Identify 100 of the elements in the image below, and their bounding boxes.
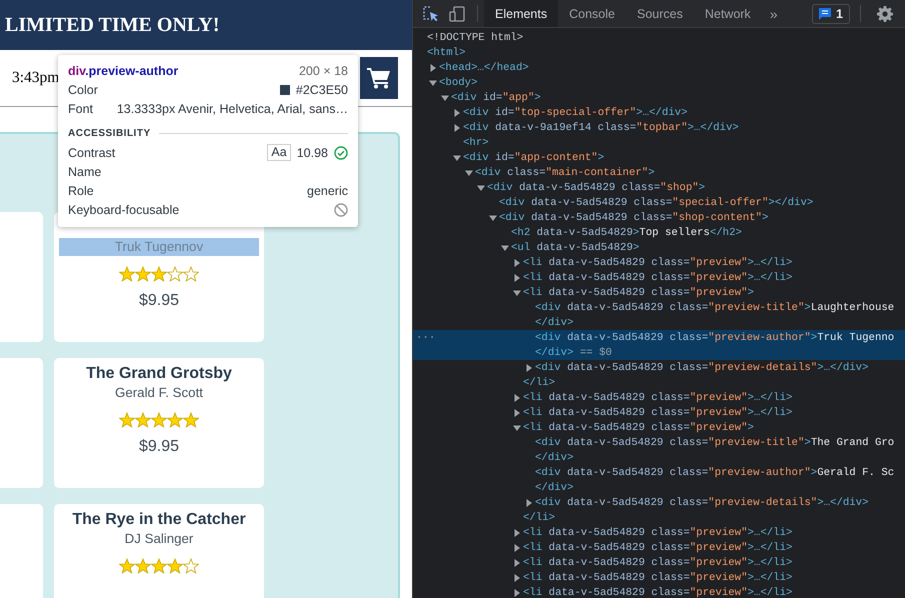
settings-icon[interactable] — [877, 6, 893, 22]
dom-tree-row[interactable]: <div data-v-5ad54829 class="shop-content"> — [413, 210, 905, 225]
expand-arrow-icon[interactable] — [429, 64, 437, 72]
inspect-element-icon[interactable] — [423, 6, 439, 22]
dom-tree-row[interactable]: <li data-v-5ad54829 class="preview">…</li> — [413, 585, 905, 598]
dom-tree-row[interactable]: <li data-v-5ad54829 class="preview">…</li> — [413, 405, 905, 420]
dom-tree-row[interactable]: <html> — [413, 45, 905, 60]
expand-arrow-icon[interactable] — [513, 588, 521, 596]
expand-arrow-icon[interactable] — [513, 394, 521, 402]
dom-tree-row[interactable]: <li data-v-5ad54829 class="preview"> — [413, 420, 905, 435]
dom-tree-row[interactable]: <body> — [413, 75, 905, 90]
expand-arrow-icon[interactable] — [513, 574, 521, 582]
dom-tree-row[interactable]: <div data-v-5ad54829 class="shop"> — [413, 180, 905, 195]
dom-tree-row[interactable]: ··· <div data-v-5ad54829 class="preview-author">Truk Tugenno — [413, 330, 905, 345]
star-icon — [183, 558, 199, 574]
expand-arrow-icon[interactable] — [453, 124, 461, 132]
expand-arrow-icon[interactable] — [513, 288, 521, 296]
expand-arrow-icon[interactable] — [513, 424, 521, 432]
book-price: $9.95 — [138, 291, 180, 311]
dom-tree-row[interactable]: <hr> — [413, 135, 905, 150]
dom-tree-row[interactable]: </li> — [413, 510, 905, 525]
device-toolbar-icon[interactable] — [449, 6, 465, 22]
dom-tree-row[interactable]: <li data-v-5ad54829 class="preview">…</li> — [413, 255, 905, 270]
cart-button[interactable] — [360, 57, 398, 99]
dom-node-text: <hr> — [463, 136, 489, 148]
more-tabs-button[interactable]: » — [762, 6, 786, 22]
dom-node-text: <li data-v-5ad54829 class="preview"> — [523, 286, 754, 298]
expand-arrow-icon[interactable] — [453, 154, 461, 162]
expand-arrow-icon[interactable] — [513, 408, 521, 416]
dom-node-text: <!DOCTYPE html> — [427, 32, 524, 44]
banner-text: LIMITED TIME ONLY! — [5, 14, 220, 36]
dom-tree-row[interactable]: <li data-v-5ad54829 class="preview">…</li> — [413, 555, 905, 570]
property-value: 13.3333px Avenir, Helvetica, Arial, sans… — [116, 102, 348, 116]
star-icon — [135, 266, 151, 282]
expand-arrow-icon[interactable] — [477, 184, 485, 192]
dom-tree-row[interactable]: <!DOCTYPE html> — [413, 30, 905, 45]
contrast-ratio: 10.98 — [296, 146, 328, 160]
dom-tree-row[interactable]: <li data-v-5ad54829 class="preview">…</li> — [413, 540, 905, 555]
dom-tree-row[interactable]: <div class="main-container"> — [413, 165, 905, 180]
dom-tree-row[interactable]: <li data-v-5ad54829 class="preview">…</li> — [413, 570, 905, 585]
dom-tree-row[interactable]: <div id="app"> — [413, 90, 905, 105]
star-icon — [183, 412, 199, 428]
expand-arrow-icon[interactable] — [525, 498, 533, 506]
row-menu-dots[interactable]: ··· — [416, 332, 436, 344]
dom-node-text: </div> — [535, 316, 574, 328]
dom-node-text: <div data-v-5ad54829 class="preview-author">Truk Tugenno — [535, 332, 894, 344]
star-icon — [167, 412, 183, 428]
issues-badge[interactable]: 1 — [812, 4, 850, 24]
star-icon — [119, 412, 135, 428]
expand-arrow-icon[interactable] — [513, 544, 521, 552]
dom-tree-row[interactable]: <div data-v-5ad54829 class="special-offer"></div> — [413, 195, 905, 210]
dom-tree-row[interactable]: </div> — [413, 450, 905, 465]
expand-arrow-icon[interactable] — [513, 258, 521, 266]
dom-tree-row[interactable]: <div data-v-9a19ef14 class="topbar">…</div> — [413, 120, 905, 135]
dom-tree-row[interactable]: <div id="app-content"> — [413, 150, 905, 165]
dom-node-text: </li> — [523, 376, 556, 388]
dom-tree-row[interactable]: <li data-v-5ad54829 class="preview">…</li> — [413, 390, 905, 405]
dom-tree-row[interactable]: </div> == $0 — [413, 345, 905, 360]
expand-arrow-icon[interactable] — [489, 214, 497, 222]
expand-arrow-icon[interactable] — [453, 108, 461, 116]
star-icon — [151, 266, 167, 282]
devtools-tab[interactable]: Sources — [626, 0, 694, 27]
dom-tree-row[interactable]: <ul data-v-5ad54829> — [413, 240, 905, 255]
expand-arrow-icon[interactable] — [513, 558, 521, 566]
expand-arrow-icon[interactable] — [513, 528, 521, 536]
property-label: Role — [68, 184, 94, 198]
dom-tree-row[interactable]: </div> — [413, 480, 905, 495]
dom-node-text: <h2 data-v-5ad54829>Top sellers</h2> — [511, 226, 742, 238]
expand-arrow-icon[interactable] — [501, 244, 509, 252]
dom-tree-row[interactable]: </div> — [413, 315, 905, 330]
property-label: Color — [68, 82, 98, 96]
dom-tree-row[interactable]: <div data-v-5ad54829 class="preview-title">Laughterhouse — [413, 300, 905, 315]
dom-node-text: <li data-v-5ad54829 class="preview">…</li> — [523, 392, 792, 404]
expand-arrow-icon[interactable] — [465, 168, 473, 176]
book-author: DJ Salinger — [124, 530, 194, 548]
dom-tree-row[interactable]: <li data-v-5ad54829 class="preview">…</li> — [413, 525, 905, 540]
dom-tree-row[interactable]: <div data-v-5ad54829 class="preview-author">Gerald F. Sc — [413, 465, 905, 480]
dom-node-text: <li data-v-5ad54829 class="preview">…</li> — [523, 526, 792, 538]
dom-tree-row[interactable]: </li> — [413, 375, 905, 390]
dom-tree-row[interactable]: <div data-v-5ad54829 class="preview-title">The Grand Gro — [413, 435, 905, 450]
expand-arrow-icon[interactable] — [525, 364, 533, 372]
star-icon — [151, 558, 167, 574]
dom-tree-row[interactable]: <head>…</head> — [413, 60, 905, 75]
dom-tree-row[interactable]: <li data-v-5ad54829 class="preview">…</li> — [413, 270, 905, 285]
dom-node-text: <div data-v-5ad54829 class="shop"> — [487, 182, 706, 194]
dom-tree-row[interactable]: <div data-v-5ad54829 class="preview-details">…</div> — [413, 495, 905, 510]
dom-node-text: <li data-v-5ad54829 class="preview">…</li> — [523, 406, 792, 418]
dom-node-text: <body> — [439, 76, 478, 88]
dom-tree-row[interactable]: <h2 data-v-5ad54829>Top sellers</h2> — [413, 225, 905, 240]
dom-tree-row[interactable]: <div data-v-5ad54829 class="preview-details">…</div> — [413, 360, 905, 375]
dom-node-text: <div data-v-5ad54829 class="shop-content"> — [499, 212, 768, 224]
devtools-tab[interactable]: Network — [694, 0, 762, 27]
dom-tree-row[interactable]: <div id="top-special-offer">…</div> — [413, 105, 905, 120]
dom-tree-row[interactable]: <li data-v-5ad54829 class="preview"> — [413, 285, 905, 300]
expand-arrow-icon[interactable] — [429, 78, 437, 86]
devtools-tab[interactable]: Console — [558, 0, 626, 27]
devtools-tab[interactable]: Elements — [484, 0, 558, 27]
expand-arrow-icon[interactable] — [513, 274, 521, 282]
star-icon — [167, 266, 183, 282]
expand-arrow-icon[interactable] — [441, 94, 449, 102]
